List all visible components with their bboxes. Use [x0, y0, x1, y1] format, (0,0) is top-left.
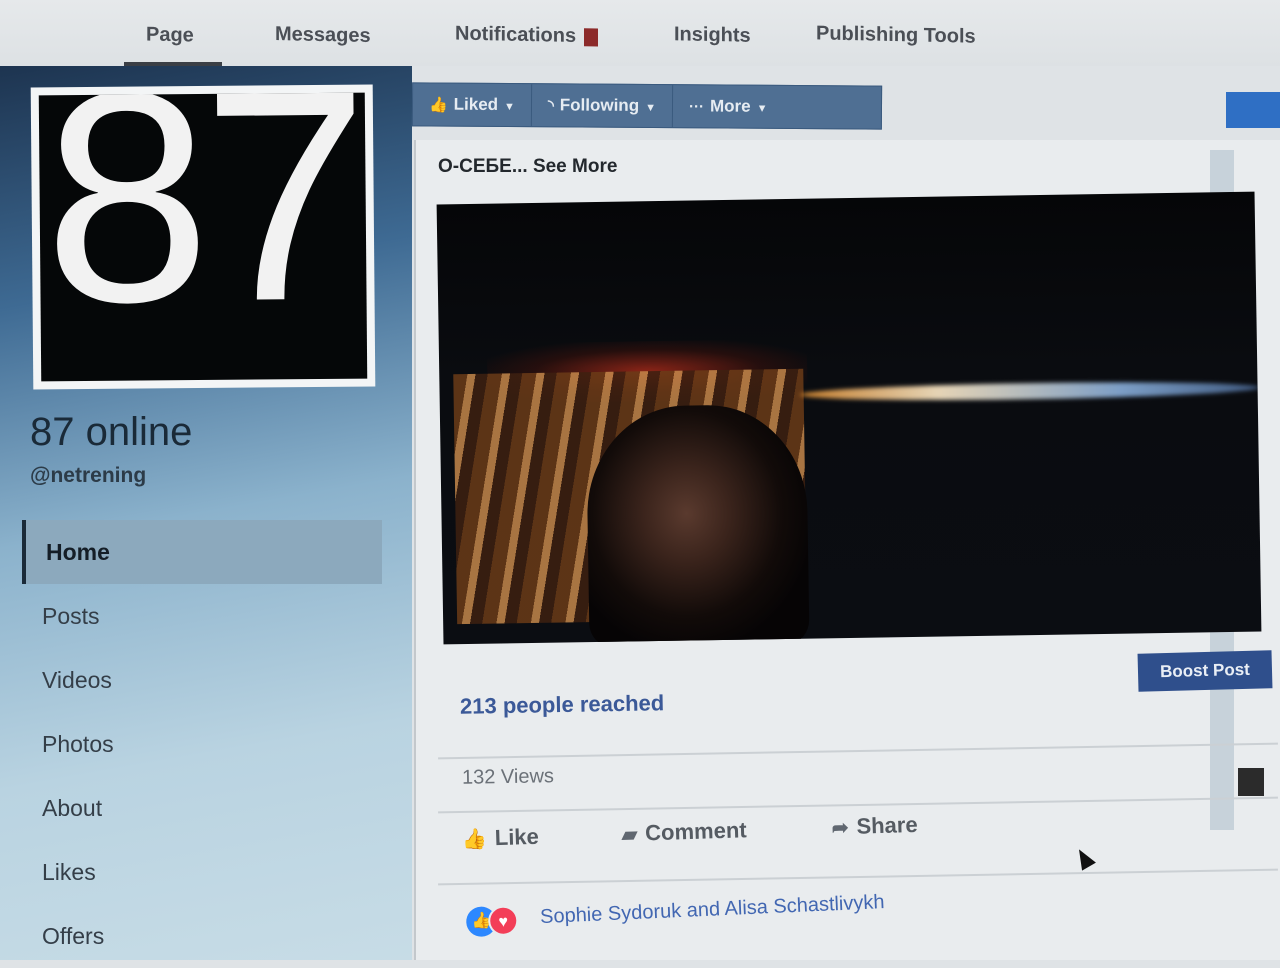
liked-label: Liked [453, 94, 499, 114]
divider [438, 796, 1278, 814]
chevron-down-icon: ▼ [756, 102, 768, 115]
more-button[interactable]: ··· More ▼ [673, 85, 784, 128]
sidebar-item-photos[interactable]: Photos [22, 712, 382, 776]
reactions-row[interactable]: 👍 ♥ Sophie Sydoruk and Alisa Schastlivyk… [465, 881, 986, 940]
tab-messages[interactable]: Messages [275, 23, 371, 48]
following-button[interactable]: ◝ Following ▼ [531, 84, 674, 128]
share-button[interactable]: ➦ Share [831, 812, 918, 841]
comment-label: Comment [644, 817, 747, 846]
sidebar-nav: Home Posts Videos Photos About Likes Off… [22, 520, 382, 968]
left-column: 87 87 online @netrening Home Posts Video… [0, 66, 412, 960]
comment-icon: ▰ [621, 823, 638, 847]
people-reached[interactable]: 213 people reached [460, 690, 665, 720]
sidebar-item-likes[interactable]: Likes [22, 840, 382, 904]
sidebar-item-offers[interactable]: Offers [22, 904, 382, 968]
share-arrow-icon: ➦ [831, 817, 849, 840]
following-label: Following [559, 95, 640, 115]
post-actions: 👍 Like ▰ Comment ➦ Share [462, 810, 983, 866]
tab-notifications-label: Notifications [455, 22, 577, 48]
sidebar-item-posts[interactable]: Posts [22, 584, 382, 648]
avatar[interactable] [1238, 768, 1264, 796]
reactors-names[interactable]: Sophie Sydoruk and Alisa Schastlivykh [540, 891, 885, 929]
profile-picture[interactable]: 87 [38, 92, 368, 382]
tab-page[interactable]: Page [146, 23, 194, 47]
sidebar-item-videos[interactable]: Videos [22, 648, 382, 712]
primary-action-button[interactable] [1226, 92, 1280, 128]
page-name[interactable]: 87 online [30, 410, 192, 455]
profile-picture-frame[interactable]: 87 [30, 84, 376, 390]
page-top-nav: Page Messages Notifications Insights Pub… [0, 0, 1280, 66]
sidebar-item-about[interactable]: About [22, 776, 382, 840]
tab-publishing-tools[interactable]: Publishing Tools [816, 22, 976, 48]
chevron-down-icon: ▼ [645, 101, 657, 115]
video-planet-horizon [799, 379, 1260, 403]
thumbs-up-icon: 👍 [461, 828, 488, 852]
post-card: О-СЕБЕ... See More Boost Post 213 people… [414, 140, 1280, 960]
boost-post-button[interactable]: Boost Post [1137, 650, 1273, 692]
like-label: Like [494, 823, 540, 851]
share-label: Share [856, 811, 918, 839]
more-label: More [709, 96, 751, 116]
rss-icon: ◝ [547, 97, 554, 115]
view-count: 132 Views [461, 765, 555, 789]
post-video[interactable] [436, 191, 1262, 645]
like-button[interactable]: 👍 Like [462, 824, 540, 852]
notification-badge [584, 27, 599, 47]
page-handle[interactable]: @netrening [30, 464, 146, 488]
tab-notifications[interactable]: Notifications [455, 22, 599, 49]
divider [438, 742, 1278, 760]
profile-picture-text: 87 [42, 92, 363, 366]
ellipsis-icon: ··· [688, 98, 705, 116]
chevron-down-icon: ▼ [504, 101, 516, 114]
thumbs-up-icon: 👍 [428, 96, 448, 114]
love-reaction-icon: ♥ [487, 905, 519, 937]
tab-insights[interactable]: Insights [674, 23, 751, 48]
divider [438, 868, 1278, 886]
page-action-bar: 👍 Liked ▼ ◝ Following ▼ ··· More ▼ [411, 82, 883, 130]
comment-button[interactable]: ▰ Comment [621, 817, 747, 847]
video-person [585, 403, 810, 645]
post-text[interactable]: О-СЕБЕ... See More [438, 156, 617, 178]
sidebar-item-home[interactable]: Home [22, 520, 382, 584]
liked-button[interactable]: 👍 Liked ▼ [412, 83, 533, 127]
